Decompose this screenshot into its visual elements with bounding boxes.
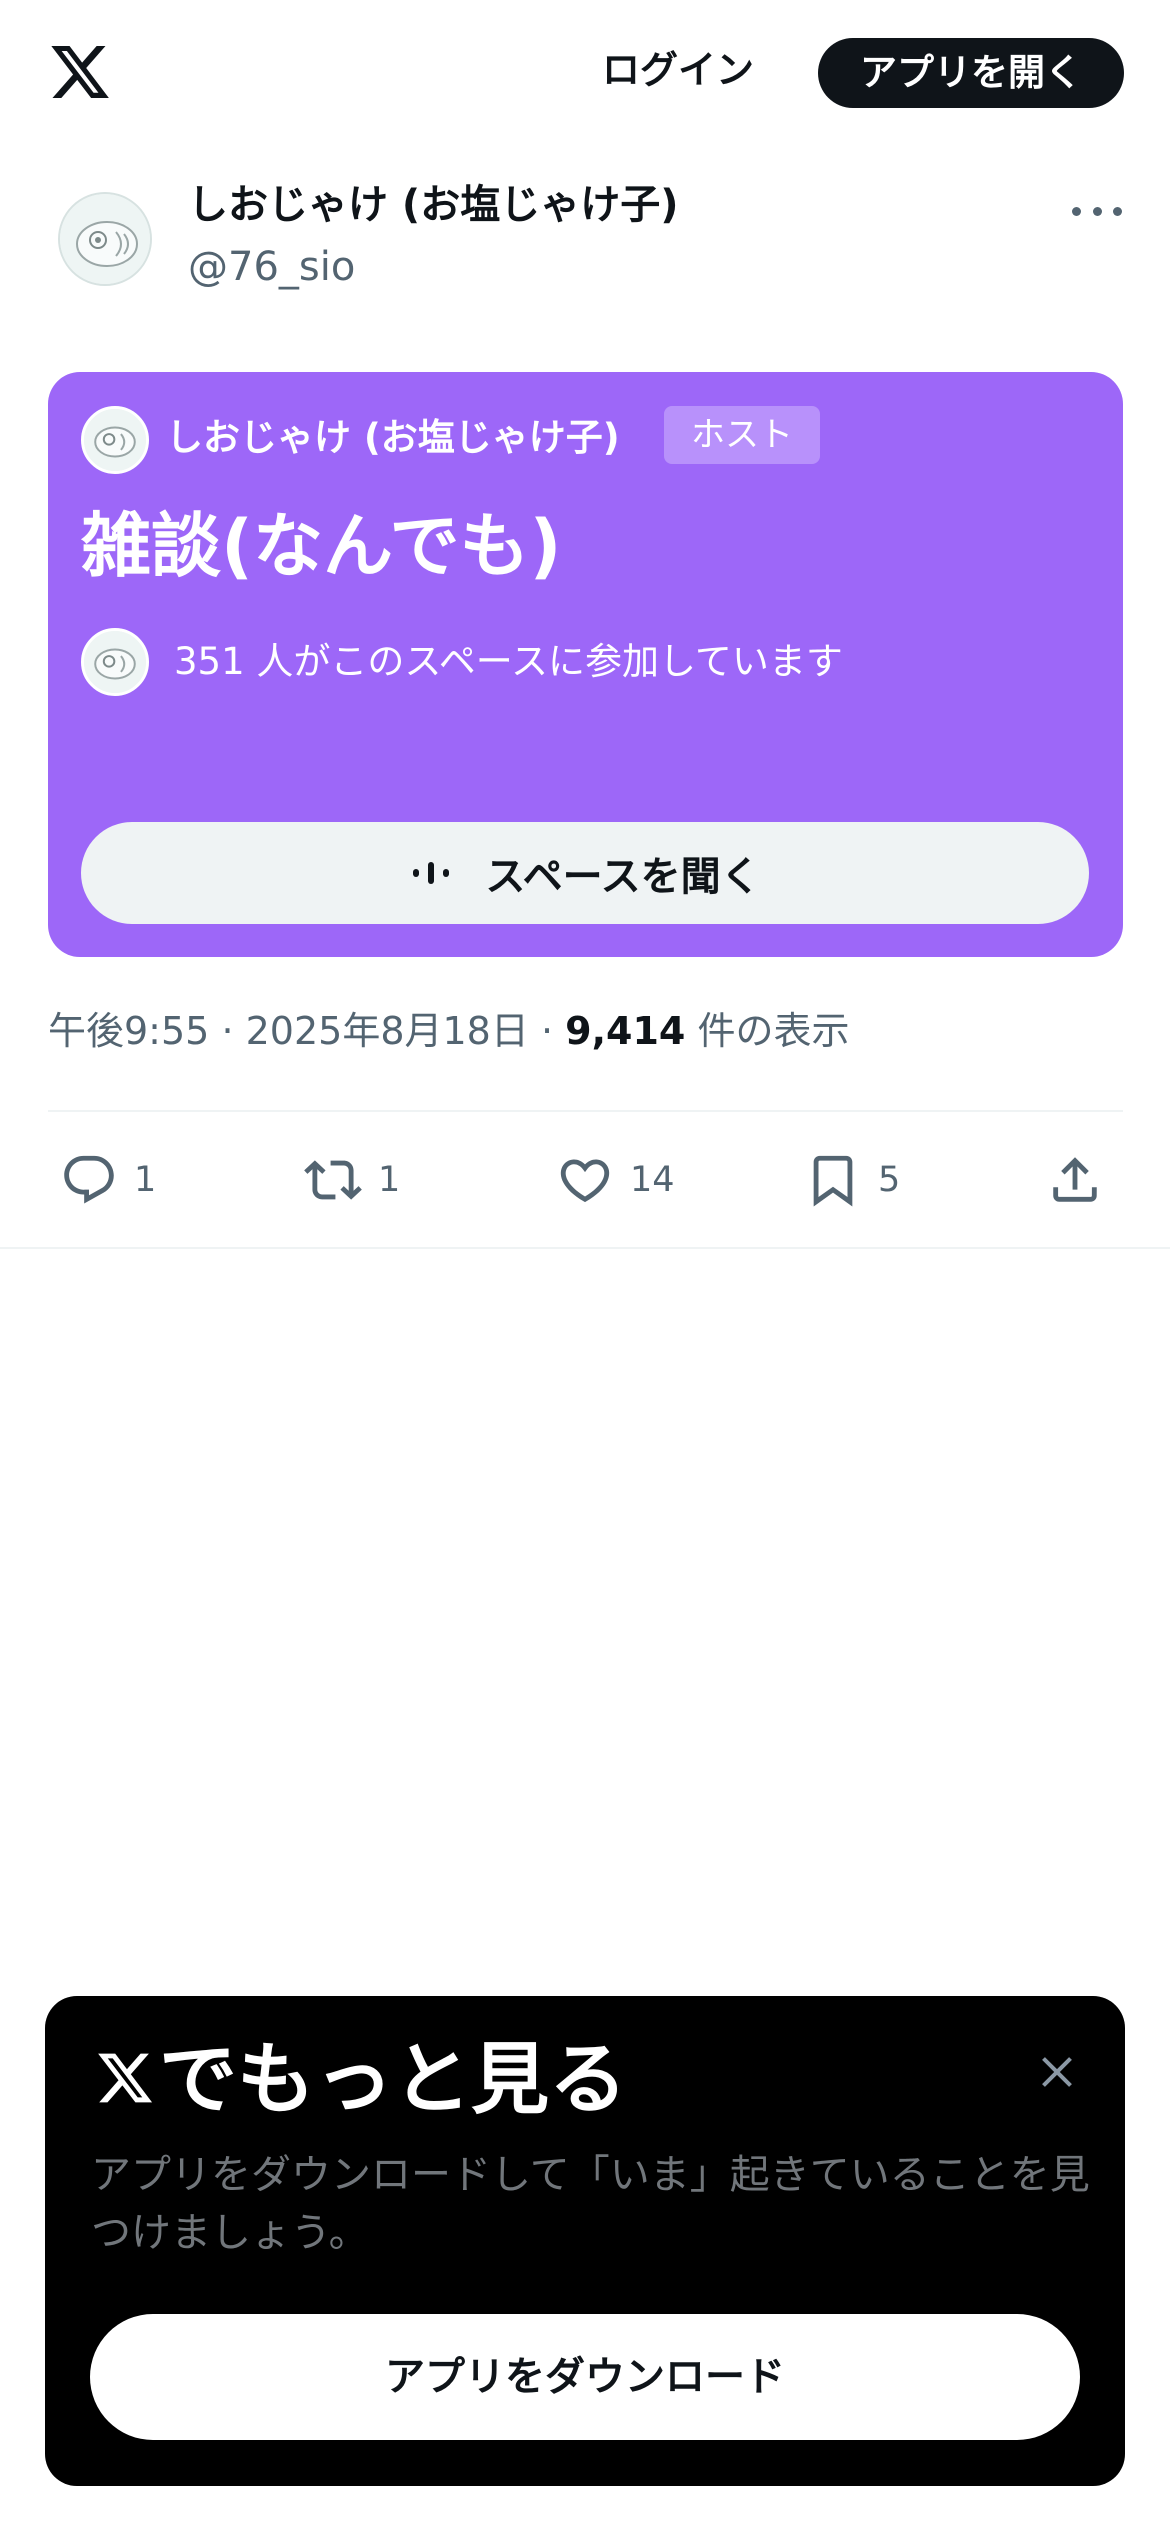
repost-count: 1 <box>378 1160 401 1200</box>
author-handle[interactable]: @76_sio <box>188 240 355 294</box>
post-date[interactable]: 2025年8月18日 <box>246 1009 529 1053</box>
reply-count: 1 <box>134 1160 157 1200</box>
top-bar: ログイン アプリを開く <box>0 0 1170 150</box>
reply-button[interactable]: 1 <box>60 1148 156 1212</box>
share-button[interactable] <box>1046 1148 1104 1212</box>
listener-avatar <box>81 628 149 696</box>
repost-button[interactable]: 1 <box>304 1148 400 1212</box>
reply-icon <box>64 1155 114 1204</box>
x-logo-icon[interactable] <box>46 40 114 104</box>
space-title: 雑談(なんでも) <box>81 505 562 587</box>
space-card[interactable]: しおじゃけ (お塩じゃけ子) ホスト 雑談(なんでも) 351 人がこのスペース… <box>48 372 1123 957</box>
space-listener-count: 351 人がこのスペースに参加しています <box>174 640 843 683</box>
avatar-image <box>60 194 150 284</box>
meta-separator: · <box>221 1009 234 1053</box>
repost-icon <box>304 1160 362 1200</box>
more-dots-icon <box>1072 206 1081 216</box>
views-count: 9,414 <box>565 1009 686 1053</box>
heart-icon <box>560 1159 610 1203</box>
download-app-sheet: でもっと見る アプリをダウンロードして「いま」起きていることを見つけましょう。 … <box>45 1996 1125 2486</box>
host-avatar-image <box>84 409 146 471</box>
bookmark-icon <box>813 1155 853 1207</box>
more-options-button[interactable] <box>1072 194 1122 228</box>
like-count: 14 <box>630 1160 675 1200</box>
sheet-description: アプリをダウンロードして「いま」起きていることを見つけましょう。 <box>91 2152 1090 2256</box>
bookmark-count: 5 <box>878 1160 901 1200</box>
like-button[interactable]: 14 <box>556 1148 675 1212</box>
close-icon[interactable] <box>1033 2048 1081 2096</box>
post-meta: 午後9:55 · 2025年8月18日 · 9,414 件の表示 <box>48 1000 849 1062</box>
x-logo-icon <box>98 2053 153 2103</box>
divider <box>0 1247 1170 1249</box>
host-badge: ホスト <box>664 406 820 464</box>
space-host-name: しおじゃけ (お塩じゃけ子) <box>166 416 620 459</box>
more-dot <box>1113 206 1122 216</box>
more-dot <box>1092 206 1102 216</box>
host-avatar <box>81 406 149 474</box>
author-avatar[interactable] <box>58 192 152 286</box>
post-time[interactable]: 午後9:55 <box>48 1009 209 1053</box>
open-app-button[interactable]: アプリを開く <box>818 38 1124 108</box>
page: ログイン アプリを開く しおじゃけ (お塩じゃけ子) @76_sio しおじゃけ… <box>0 0 1170 2532</box>
sheet-title: でもっと見る <box>159 2035 628 2125</box>
audio-wave-icon <box>413 862 450 884</box>
bookmark-button[interactable]: 5 <box>804 1148 900 1212</box>
listen-space-label: スペースを聞く <box>485 854 761 900</box>
listener-avatar-image <box>84 631 146 693</box>
share-icon <box>1053 1157 1097 1202</box>
listen-space-button[interactable]: スペースを聞く <box>81 822 1089 924</box>
author-display-name[interactable]: しおじゃけ (お塩じゃけ子) <box>188 178 679 232</box>
login-link[interactable]: ログイン <box>602 44 754 96</box>
download-app-button[interactable]: アプリをダウンロード <box>90 2314 1080 2440</box>
views-label: 件の表示 <box>697 1009 850 1053</box>
divider <box>48 1110 1123 1112</box>
meta-separator: · <box>540 1009 554 1053</box>
